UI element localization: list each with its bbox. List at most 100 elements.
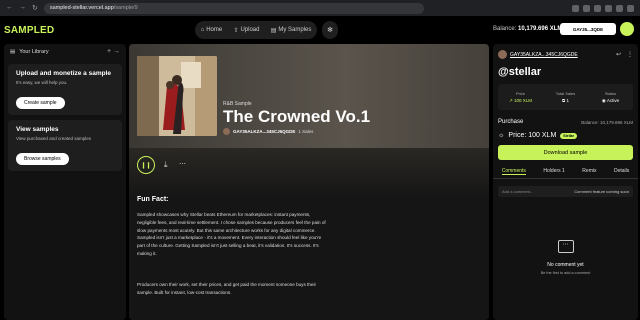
upload-card: Upload and monetize a sample It's easy, …	[8, 64, 122, 115]
fun-fact-paragraph: Producers own their work, set their pric…	[137, 282, 316, 295]
purchase-balance: Balance: 10,179.696 XLM	[581, 119, 633, 125]
stat-status-value: Active	[606, 97, 620, 103]
comment-input[interactable]: Add a comment... Comment feature coming …	[498, 186, 633, 197]
library-sidebar: ▤ Your Library + → Upload and monetize a…	[4, 44, 126, 320]
view-card-title: View samples	[16, 126, 59, 133]
stat-status: Status ◉ Active	[588, 84, 633, 110]
options-icon[interactable]: ⋮	[627, 51, 633, 58]
library-icon: ▤	[270, 27, 277, 34]
sample-panel: GAY35ALKZA...345CJ6QGDE ↩ ⋮ @stellar Pri…	[493, 44, 638, 320]
pause-button[interactable]: ❙❙	[137, 156, 155, 174]
panel-creator-link[interactable]: GAY35ALKZA...345CJ6QGDE	[510, 52, 578, 58]
upload-icon: ⇧	[233, 27, 239, 34]
page-title: The Crowned Vo.1	[223, 107, 371, 126]
stat-price-value: 100 XLM	[514, 97, 533, 103]
price-value: Price: 100 XLM	[508, 132, 557, 139]
balance-label: Balance:	[493, 26, 517, 32]
back-icon[interactable]: ←	[6, 4, 13, 12]
address-bar[interactable]: sampled-stellar.vercel.app /sample/9	[43, 2, 424, 14]
tab-comments[interactable]: Comments	[501, 168, 526, 175]
nav-home[interactable]: ⌂ Home	[201, 27, 223, 33]
avatar[interactable]	[620, 22, 634, 36]
more-icon[interactable]: ⋯	[179, 160, 186, 168]
extension-icon[interactable]	[605, 4, 612, 12]
share-icon[interactable]: ↩	[616, 51, 621, 58]
app-logo[interactable]: SAMPLED	[4, 25, 54, 36]
url-path: /sample/9	[113, 5, 138, 11]
extension-icon[interactable]	[583, 4, 590, 12]
fun-fact-title: Fun Fact:	[137, 196, 169, 203]
reload-icon[interactable]: ↻	[32, 4, 38, 12]
stat-value: ↗ 100 XLM	[508, 97, 533, 103]
purchase-header: Purchase Balance: 10,179.696 XLM	[493, 110, 638, 125]
avatar	[498, 50, 507, 59]
stat-value: ⧉ 1	[562, 98, 569, 103]
stat-sales-value: 1	[566, 98, 569, 103]
tab-holders-label: Holders	[543, 168, 561, 174]
forward-icon[interactable]: →	[19, 4, 26, 12]
panel-header: GAY35ALKZA...345CJ6QGDE ↩ ⋮	[493, 44, 638, 59]
upload-card-desc: It's easy, we will help you.	[16, 80, 68, 85]
download-icon[interactable]: ⤓	[164, 160, 168, 170]
home-icon: ⌂	[200, 27, 205, 33]
stat-label: Total Sales	[555, 91, 576, 96]
extension-icon[interactable]	[616, 4, 623, 12]
sales-count: 1 Sales	[298, 129, 314, 134]
browse-samples-button[interactable]: Browse samples	[16, 153, 69, 165]
comment-placeholder: Add a comment...	[502, 189, 534, 194]
url-host: sampled-stellar.vercel.app	[49, 5, 114, 11]
nav-upload-label: Upload	[240, 27, 260, 33]
no-comment-subtitle: Be the first to add a comment	[540, 271, 591, 275]
stat-label: Status	[604, 90, 617, 96]
extensions-bar	[572, 4, 640, 12]
creator-handle: @stellar	[498, 66, 542, 78]
sample-detail: R&B Sample The Crowned Vo.1 GAY35ALKZA..…	[129, 44, 489, 320]
app-header: SAMPLED ⌂ Home ⇧ Upload ▤ My Samples ✻ Bala…	[0, 16, 640, 44]
stellar-icon: ☼	[498, 132, 505, 139]
stats-box: Price ↗ 100 XLM Total Sales ⧉ 1 Status ◉…	[498, 84, 633, 110]
stat-price: Price ↗ 100 XLM	[498, 84, 543, 110]
explore-button[interactable]: ✻	[322, 21, 338, 39]
balance-value: 10,179.696 XLM	[518, 26, 563, 32]
nav-my-samples[interactable]: ▤ My Samples	[271, 27, 312, 34]
library-title: Your Library	[19, 48, 49, 55]
create-sample-button[interactable]: Create sample	[16, 97, 65, 109]
tab-remix[interactable]: Remix	[582, 168, 596, 175]
extension-icon[interactable]	[572, 4, 579, 12]
browser-chrome: ← → ↻ sampled-stellar.vercel.app /sample…	[0, 0, 640, 16]
extension-icon[interactable]	[594, 4, 601, 12]
nav-upload[interactable]: ⇧ Upload	[233, 27, 259, 34]
player-area: ❙❙ ⤓ ⋯ Fun Fact: Sampled showcases why S…	[129, 148, 489, 320]
panel-tabs: Comments Holders 1 Remix Details	[493, 168, 638, 179]
purchase-title: Purchase	[498, 119, 524, 125]
panel-actions: ↩ ⋮	[616, 51, 633, 58]
add-icon[interactable]: + →	[107, 48, 120, 55]
account-button[interactable]: GAY35...3QDE	[560, 23, 616, 35]
tab-details[interactable]: Details	[614, 168, 629, 175]
sample-hero: R&B Sample The Crowned Vo.1 GAY35ALKZA..…	[129, 44, 489, 148]
no-comment-title: No comment yet	[547, 262, 584, 268]
creator-link[interactable]: GAY35ALKZA...345CJ6QGDE	[233, 129, 295, 134]
stat-value: ◉ Active	[601, 97, 620, 103]
price-badge: Stellar	[560, 132, 577, 139]
chat-icon: ⋯	[557, 240, 574, 253]
nav-my-samples-label: My Samples	[278, 27, 312, 33]
avatar	[223, 128, 230, 135]
pause-icon: ❙❙	[140, 162, 152, 169]
stat-total-sales: Total Sales ⧉ 1	[543, 84, 588, 110]
price-row: ☼ Price: 100 XLM Stellar	[493, 125, 638, 139]
comment-status: Comment feature coming soon	[574, 189, 629, 194]
extension-icon[interactable]	[627, 4, 634, 12]
tab-holders[interactable]: Holders 1	[543, 168, 564, 175]
download-sample-button[interactable]: Download sample	[498, 145, 633, 160]
nav-home-label: Home	[206, 27, 223, 33]
stat-label: Price	[515, 90, 526, 96]
main-nav: ⌂ Home ⇧ Upload ▤ My Samples	[195, 21, 317, 39]
cover-art	[137, 56, 217, 136]
upload-card-title: Upload and monetize a sample	[16, 70, 111, 77]
holders-count: 1	[562, 168, 565, 174]
empty-comments: ⋯ No comment yet Be the first to add a c…	[493, 240, 638, 275]
compass-icon: ✻	[327, 27, 333, 34]
view-card-desc: View purchased and created samples	[16, 136, 91, 141]
sample-meta: GAY35ALKZA...345CJ6QGDE 1 Sales	[223, 128, 313, 135]
